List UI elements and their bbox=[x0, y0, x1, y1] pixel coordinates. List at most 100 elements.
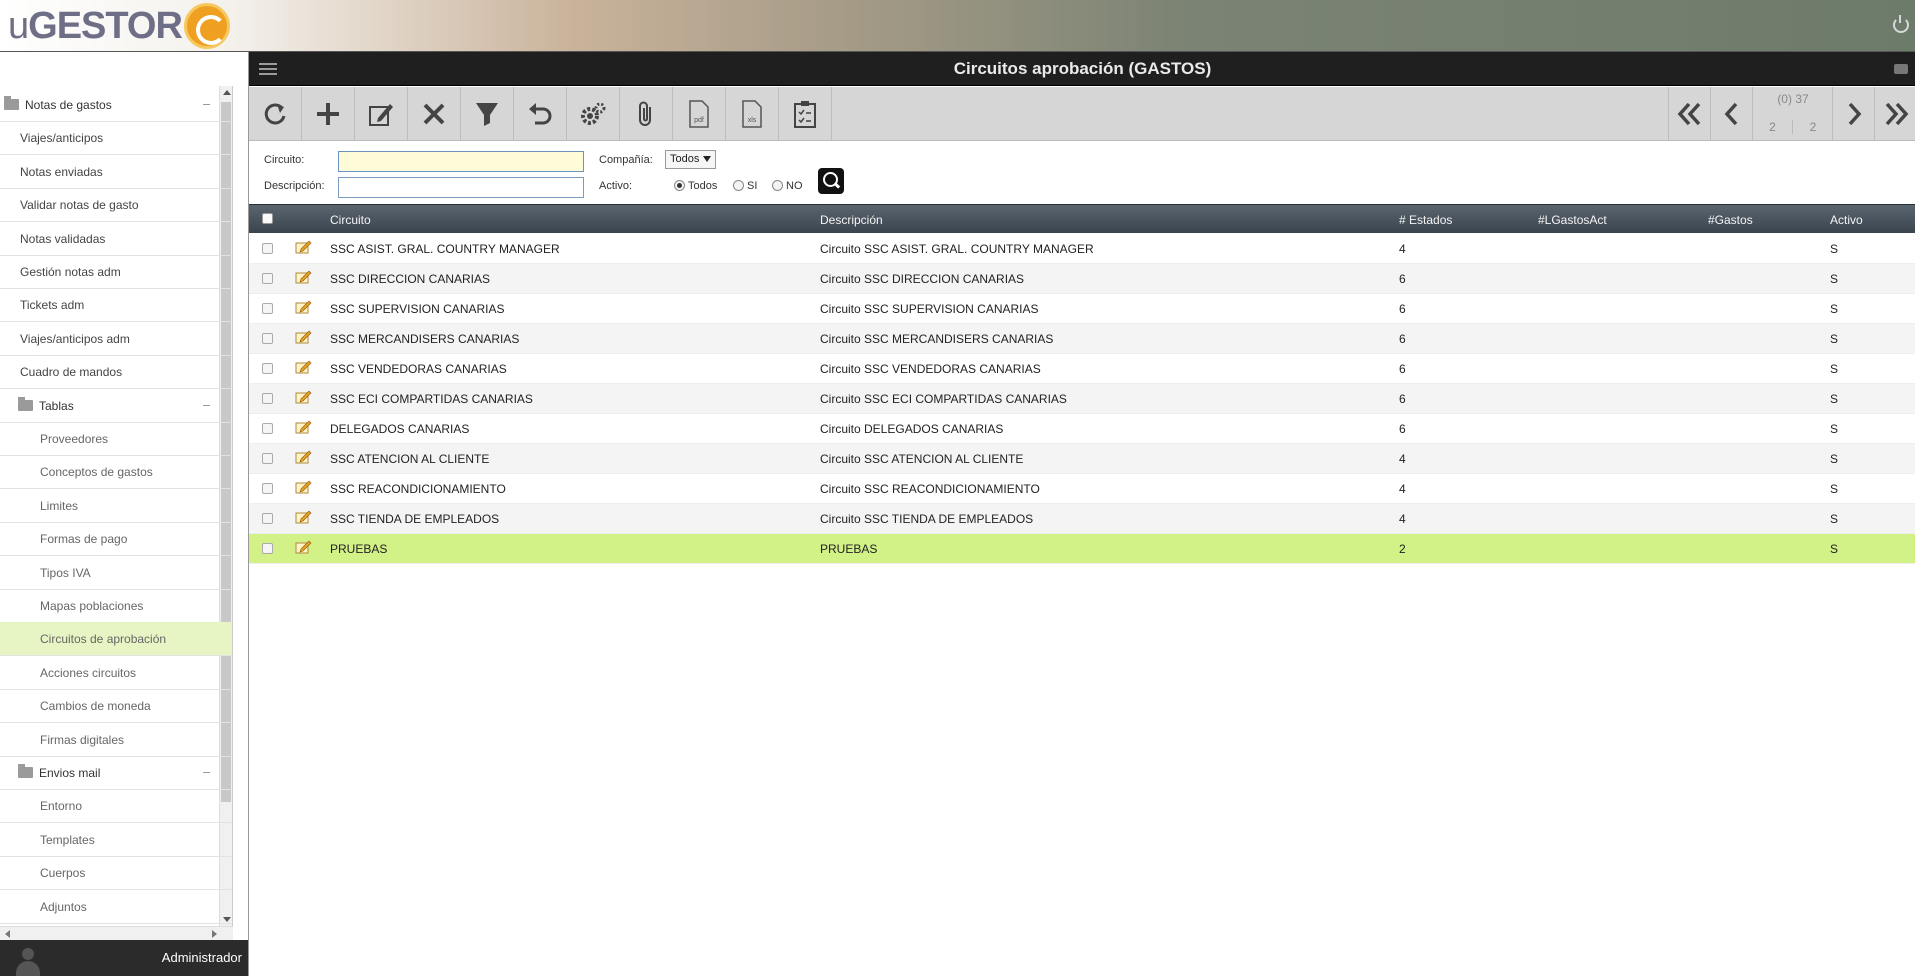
table-row[interactable]: SSC DIRECCION CANARIAS Circuito SSC DIREC… bbox=[249, 264, 1915, 294]
refresh-button[interactable] bbox=[249, 87, 302, 141]
row-checkbox[interactable] bbox=[262, 363, 273, 374]
row-edit-icon[interactable] bbox=[295, 420, 312, 434]
sidebar-item-tablas-9[interactable]: Firmas digitales bbox=[0, 723, 232, 757]
row-checkbox[interactable] bbox=[262, 483, 273, 494]
sidebar-horizontal-scrollbar[interactable] bbox=[0, 926, 233, 940]
column-header-gastos[interactable]: #Gastos bbox=[1708, 213, 1753, 227]
row-checkbox[interactable] bbox=[262, 333, 273, 344]
add-button[interactable] bbox=[302, 87, 355, 141]
sidebar-item-2[interactable]: Validar notas de gasto bbox=[0, 188, 232, 223]
sidebar-item-envios-2[interactable]: Cuerpos bbox=[0, 856, 232, 891]
sidebar-item-tablas-1[interactable]: Conceptos de gastos bbox=[0, 455, 232, 490]
delete-button[interactable] bbox=[408, 87, 461, 141]
plug-icon[interactable] bbox=[1894, 64, 1908, 74]
column-header-activo[interactable]: Activo bbox=[1830, 213, 1863, 227]
search-button[interactable] bbox=[818, 168, 844, 194]
sidebar-item-envios-1[interactable]: Templates bbox=[0, 823, 232, 857]
sidebar-item-4[interactable]: Gestión notas adm bbox=[0, 255, 232, 289]
filter-button[interactable] bbox=[461, 87, 514, 141]
table-row[interactable]: SSC REACONDICIONAMIENTO Circuito SSC REAC… bbox=[249, 474, 1915, 504]
sidebar-item-5[interactable]: Tickets adm bbox=[0, 288, 232, 323]
first-page-button[interactable] bbox=[1668, 87, 1710, 141]
table-row[interactable]: PRUEBAS PRUEBAS 2 S bbox=[249, 534, 1915, 564]
undo-button[interactable] bbox=[514, 87, 567, 141]
row-checkbox[interactable] bbox=[262, 303, 273, 314]
table-row[interactable]: SSC TIENDA DE EMPLEADOS Circuito SSC TIEN… bbox=[249, 504, 1915, 534]
row-edit-icon[interactable] bbox=[295, 270, 312, 284]
sidebar-item-envios-3[interactable]: Adjuntos bbox=[0, 890, 232, 924]
row-edit-icon[interactable] bbox=[295, 540, 312, 554]
checklist-button[interactable] bbox=[779, 87, 832, 141]
sidebar-group-tablas[interactable]: Tablas bbox=[0, 389, 232, 423]
sidebar-item-tablas-8[interactable]: Cambios de moneda bbox=[0, 689, 232, 724]
circuito-input[interactable] bbox=[338, 151, 584, 172]
row-edit-icon[interactable] bbox=[295, 450, 312, 464]
row-checkbox[interactable] bbox=[262, 453, 273, 464]
sidebar-group-notas-de-gastos[interactable]: Notas de gastos bbox=[0, 88, 232, 122]
last-page-button[interactable] bbox=[1874, 87, 1915, 141]
prev-page-button[interactable] bbox=[1710, 87, 1752, 141]
row-checkbox[interactable] bbox=[262, 273, 273, 284]
collapse-icon[interactable] bbox=[203, 772, 210, 773]
table-row[interactable]: SSC VENDEDORAS CANARIAS Circuito SSC VEND… bbox=[249, 354, 1915, 384]
user-name[interactable]: Administrador bbox=[162, 950, 242, 965]
select-all-checkbox[interactable] bbox=[262, 213, 273, 224]
activo-radio-no[interactable]: NO bbox=[772, 179, 803, 193]
row-checkbox[interactable] bbox=[262, 243, 273, 254]
table-row[interactable]: SSC MERCANDISERS CANARIAS Circuito SSC ME… bbox=[249, 324, 1915, 354]
table-row[interactable]: SSC SUPERVISION CANARIAS Circuito SSC SUP… bbox=[249, 294, 1915, 324]
export-pdf-button[interactable]: pdf bbox=[673, 87, 726, 141]
sidebar-item-tablas-0[interactable]: Proveedores bbox=[0, 422, 232, 456]
power-icon[interactable] bbox=[1893, 15, 1909, 33]
sidebar-item-tablas-2[interactable]: Limites bbox=[0, 489, 232, 523]
cell-estados: 4 bbox=[1399, 452, 1406, 466]
current-page[interactable]: 2 bbox=[1753, 120, 1793, 134]
sidebar-item-tablas-6[interactable]: Circuitos de aprobación bbox=[0, 622, 232, 657]
sidebar-item-tablas-5[interactable]: Mapas poblaciones bbox=[0, 589, 232, 623]
column-header-descripcion[interactable]: Descripción bbox=[820, 213, 883, 227]
row-checkbox[interactable] bbox=[262, 513, 273, 524]
column-header-circuito[interactable]: Circuito bbox=[330, 213, 371, 227]
next-page-button[interactable] bbox=[1832, 87, 1874, 141]
sidebar-item-tablas-3[interactable]: Formas de pago bbox=[0, 522, 232, 557]
sidebar-item-7[interactable]: Cuadro de mandos bbox=[0, 355, 232, 390]
row-edit-icon[interactable] bbox=[295, 390, 312, 404]
cell-estados: 6 bbox=[1399, 362, 1406, 376]
row-edit-icon[interactable] bbox=[295, 240, 312, 254]
descripcion-input[interactable] bbox=[338, 177, 584, 198]
sidebar-group-envios-mail[interactable]: Envios mail bbox=[0, 756, 232, 790]
collapse-icon[interactable] bbox=[203, 104, 210, 105]
scroll-right-icon[interactable] bbox=[212, 930, 217, 938]
column-header-lgastosact[interactable]: #LGastosAct bbox=[1538, 213, 1607, 227]
activo-radio-todos[interactable]: Todos bbox=[674, 179, 717, 193]
sidebar-item-1[interactable]: Notas enviadas bbox=[0, 155, 232, 189]
table-row[interactable]: SSC ATENCION AL CLIENTE Circuito SSC ATEN… bbox=[249, 444, 1915, 474]
row-checkbox[interactable] bbox=[262, 543, 273, 554]
sidebar-item-tablas-7[interactable]: Acciones circuitos bbox=[0, 656, 232, 690]
compania-select[interactable]: Todos bbox=[665, 150, 717, 169]
row-edit-icon[interactable] bbox=[295, 300, 312, 314]
activo-radio-si[interactable]: SI bbox=[733, 179, 757, 193]
edit-button[interactable] bbox=[355, 87, 408, 141]
row-edit-icon[interactable] bbox=[295, 510, 312, 524]
row-edit-icon[interactable] bbox=[295, 330, 312, 344]
row-edit-icon[interactable] bbox=[295, 360, 312, 374]
collapse-icon[interactable] bbox=[203, 404, 210, 406]
sidebar-item-tablas-4[interactable]: Tipos IVA bbox=[0, 556, 232, 590]
folder-icon bbox=[4, 96, 19, 110]
scroll-left-icon[interactable] bbox=[5, 930, 10, 938]
table-row[interactable]: DELEGADOS CANARIAS Circuito DELEGADOS CAN… bbox=[249, 414, 1915, 444]
table-row[interactable]: SSC ASIST. GRAL. COUNTRY MANAGER Circuito… bbox=[249, 234, 1915, 264]
settings-button[interactable] bbox=[567, 87, 620, 141]
export-xls-button[interactable]: xls bbox=[726, 87, 779, 141]
row-checkbox[interactable] bbox=[262, 393, 273, 404]
row-checkbox[interactable] bbox=[262, 423, 273, 434]
row-edit-icon[interactable] bbox=[295, 480, 312, 494]
column-header-estados[interactable]: # Estados bbox=[1399, 213, 1452, 227]
sidebar-item-3[interactable]: Notas validadas bbox=[0, 222, 232, 256]
sidebar-item-envios-0[interactable]: Entorno bbox=[0, 789, 232, 824]
table-row[interactable]: SSC ECI COMPARTIDAS CANARIAS Circuito SSC… bbox=[249, 384, 1915, 414]
attachment-button[interactable] bbox=[620, 87, 673, 141]
sidebar-item-0[interactable]: Viajes/anticipos bbox=[0, 121, 232, 156]
sidebar-item-6[interactable]: Viajes/anticipos adm bbox=[0, 322, 232, 356]
